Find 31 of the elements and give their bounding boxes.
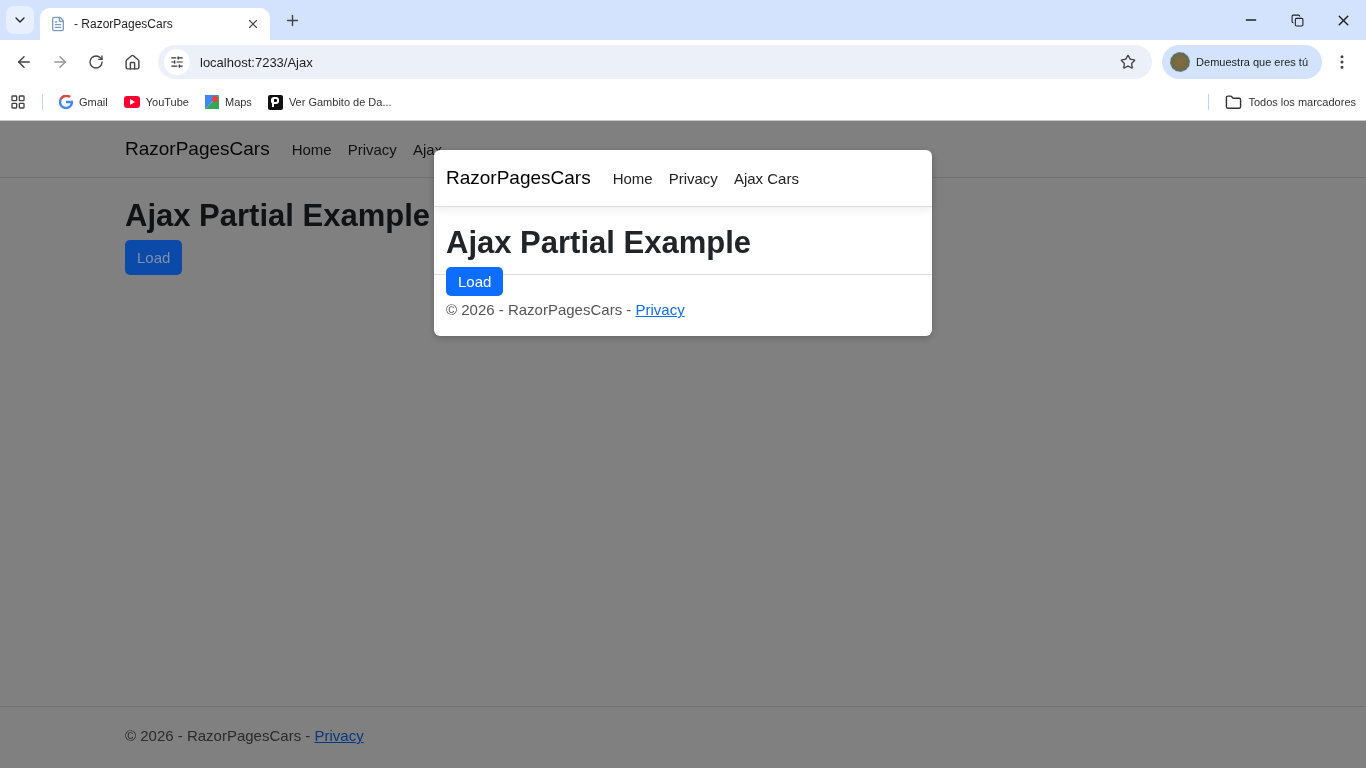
nav-link[interactable]: Ajax Cars [733, 169, 799, 187]
nav-link[interactable]: Home [291, 140, 332, 158]
youtube-icon [123, 96, 140, 108]
nav-link[interactable]: Privacy [668, 169, 718, 187]
load-button[interactable]: Load [446, 267, 504, 296]
address-bar[interactable]: localhost:7233/Ajax [158, 45, 1153, 79]
page-heading: Ajax Partial Example [446, 225, 751, 261]
map-icon [204, 95, 219, 109]
bookmark[interactable]: YouTube [123, 96, 189, 108]
brand-link[interactable]: RazorPagesCars [125, 138, 270, 160]
profile-button[interactable]: Demuestra que eres tú [1162, 45, 1322, 79]
page-icon [50, 16, 66, 32]
page-heading: Ajax Partial Example [125, 198, 430, 234]
bookmark[interactable]: Ver Gambito de Da... [267, 94, 392, 110]
all-bookmarks[interactable]: Todos los marcadores [1225, 93, 1356, 111]
tab-search-button[interactable] [6, 6, 34, 34]
nav-link[interactable]: Privacy [347, 140, 397, 158]
nav-link[interactable]: Home [612, 169, 653, 187]
close-icon[interactable] [246, 17, 260, 31]
folder-icon [1225, 93, 1243, 111]
browser-tab[interactable]: - RazorPagesCars [40, 8, 270, 40]
bookmark[interactable]: Gmail [59, 95, 108, 109]
site-settings-icon[interactable] [164, 49, 190, 75]
privacy-link[interactable]: Privacy [635, 301, 685, 318]
apps-icon[interactable] [10, 94, 26, 110]
bookmark[interactable]: Maps [204, 95, 252, 109]
brand-link[interactable]: RazorPagesCars [446, 167, 591, 189]
google-icon [59, 95, 73, 109]
star-icon[interactable] [1120, 54, 1137, 70]
footer-text: © 2026 - RazorPagesCars - Privacy [0, 706, 1366, 768]
bookmark-icon [267, 94, 283, 110]
